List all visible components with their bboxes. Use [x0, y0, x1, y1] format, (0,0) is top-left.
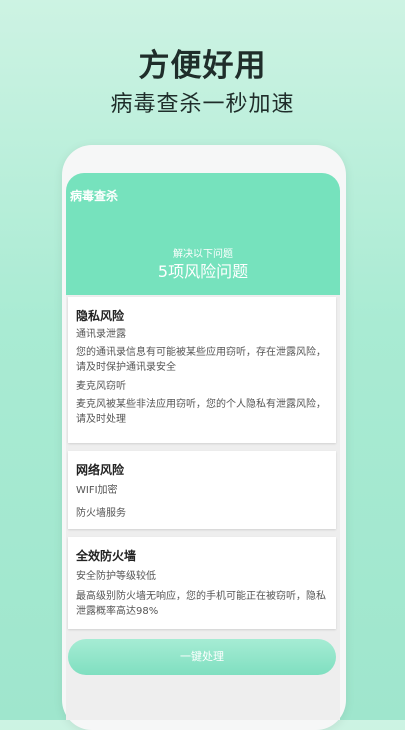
app-title: 病毒查杀 [70, 189, 119, 203]
risk-description: 最高级别防火墙无响应，您的手机可能正在被窃听，隐私泄露概率高达98% [76, 591, 326, 617]
risk-description: 麦克风被某些非法应用窃听，您的个人隐私有泄露风险，请及时处理 [76, 399, 326, 425]
card-title: 全效防火墙 [76, 549, 137, 563]
network-risk-card[interactable]: 网络风险 WIFI加密 防火墙服务 [68, 451, 336, 529]
phone-screen: 病毒查杀 解决以下问题 5项风险问题 隐私风险 通讯录泄露 您的通讯录信息有可能… [66, 173, 340, 720]
card-title: 隐私风险 [76, 309, 125, 323]
screen-header: 病毒查杀 解决以下问题 5项风险问题 [66, 173, 340, 295]
risk-item: 麦克风窃听 [76, 381, 126, 392]
issues-count: 5项风险问题 [157, 262, 249, 281]
risk-item: WIFI加密 [76, 485, 118, 496]
promo-headline: 方便好用 [138, 48, 267, 84]
promo-subheadline: 病毒查杀一秒加速 [110, 92, 295, 117]
risk-item: 通讯录泄露 [76, 329, 126, 340]
privacy-risk-card[interactable]: 隐私风险 通讯录泄露 您的通讯录信息有可能被某些应用窃听，存在泄露风险，请及时保… [68, 297, 336, 443]
risk-description: 您的通讯录信息有可能被某些应用窃听，存在泄露风险，请及时保护通讯录安全 [76, 347, 326, 373]
one-click-fix-button[interactable]: 一键处理 [68, 639, 336, 675]
risk-item: 安全防护等级较低 [76, 571, 156, 582]
risk-item: 防火墙服务 [76, 508, 126, 519]
card-title: 网络风险 [76, 463, 125, 477]
firewall-card[interactable]: 全效防火墙 安全防护等级较低 最高级别防火墙无响应，您的手机可能正在被窃听，隐私… [68, 537, 336, 629]
